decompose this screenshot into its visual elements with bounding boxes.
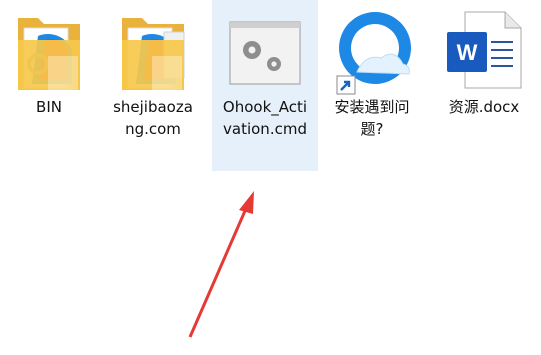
red-arrow-annotation [188,191,254,338]
